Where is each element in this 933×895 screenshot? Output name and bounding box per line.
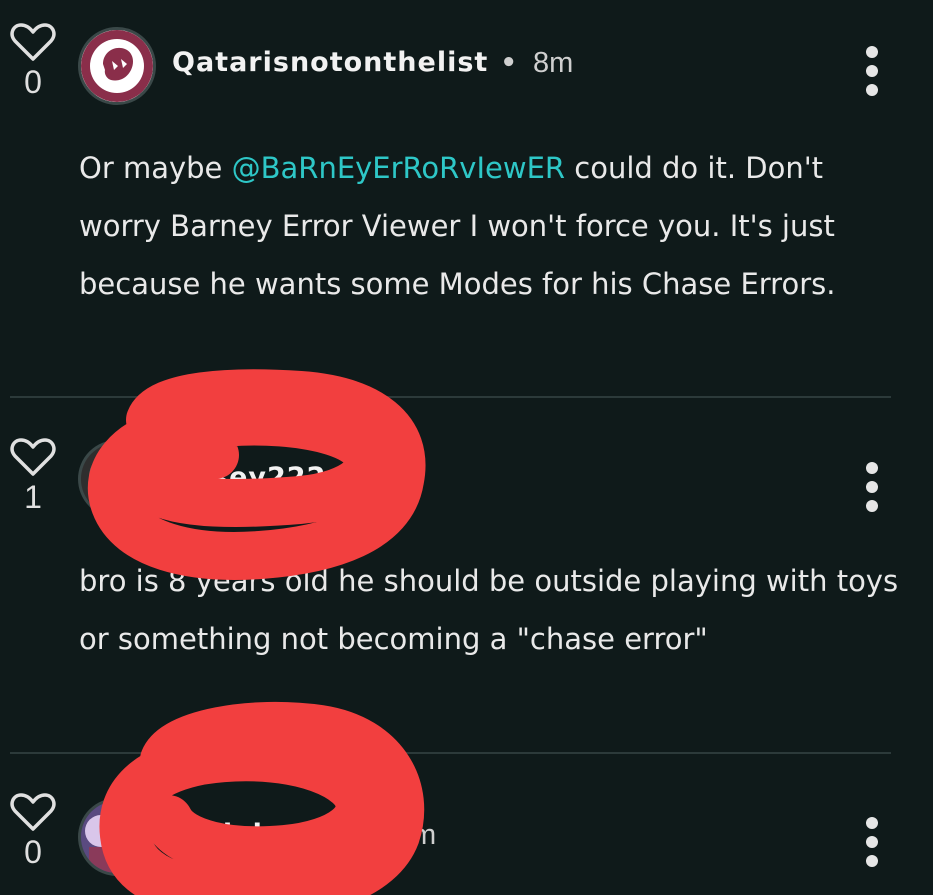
divider [10,752,891,754]
comment-body: Or maybe @BaRnEyErRoRvIewER could do it.… [79,139,909,313]
more-vertical-icon[interactable] [860,817,884,867]
heart-outline-icon[interactable] [10,22,56,62]
username[interactable]: Casey222 [172,462,326,493]
more-vertical-icon[interactable] [860,462,884,512]
user-mention[interactable]: @BaRnEyErRoRvIewER [232,151,565,185]
username-text[interactable]: Qatarisnotonthelist [172,47,488,78]
heart-outline-icon[interactable] [10,437,56,477]
vote-count: 0 [24,64,42,100]
avatar[interactable] [78,798,156,876]
avatar[interactable] [78,27,156,105]
timestamp: m [412,819,437,851]
more-vertical-icon[interactable] [860,46,884,96]
vote-control: 0 [8,792,58,868]
vote-count: 0 [24,834,42,870]
comment-thread: 0 Qatarisnotonthelist • 8m Or maybe @BaRn… [0,0,933,895]
username[interactable]: Jonjolovrre [172,819,349,850]
vote-control: 1 [8,437,58,513]
timestamp: 2m [382,462,423,494]
vote-control: 0 [8,22,58,98]
heart-outline-icon[interactable] [10,792,56,832]
divider [10,396,891,398]
timestamp: 8m [533,47,574,79]
vote-count: 1 [24,479,42,515]
avatar[interactable] [78,440,156,518]
username[interactable]: Qatarisnotonthelist • [172,47,530,78]
separator-dot: • [500,48,518,78]
comment-body: bro is 8 years old he should be outside … [79,564,899,656]
comment-text: Or maybe [79,151,232,185]
